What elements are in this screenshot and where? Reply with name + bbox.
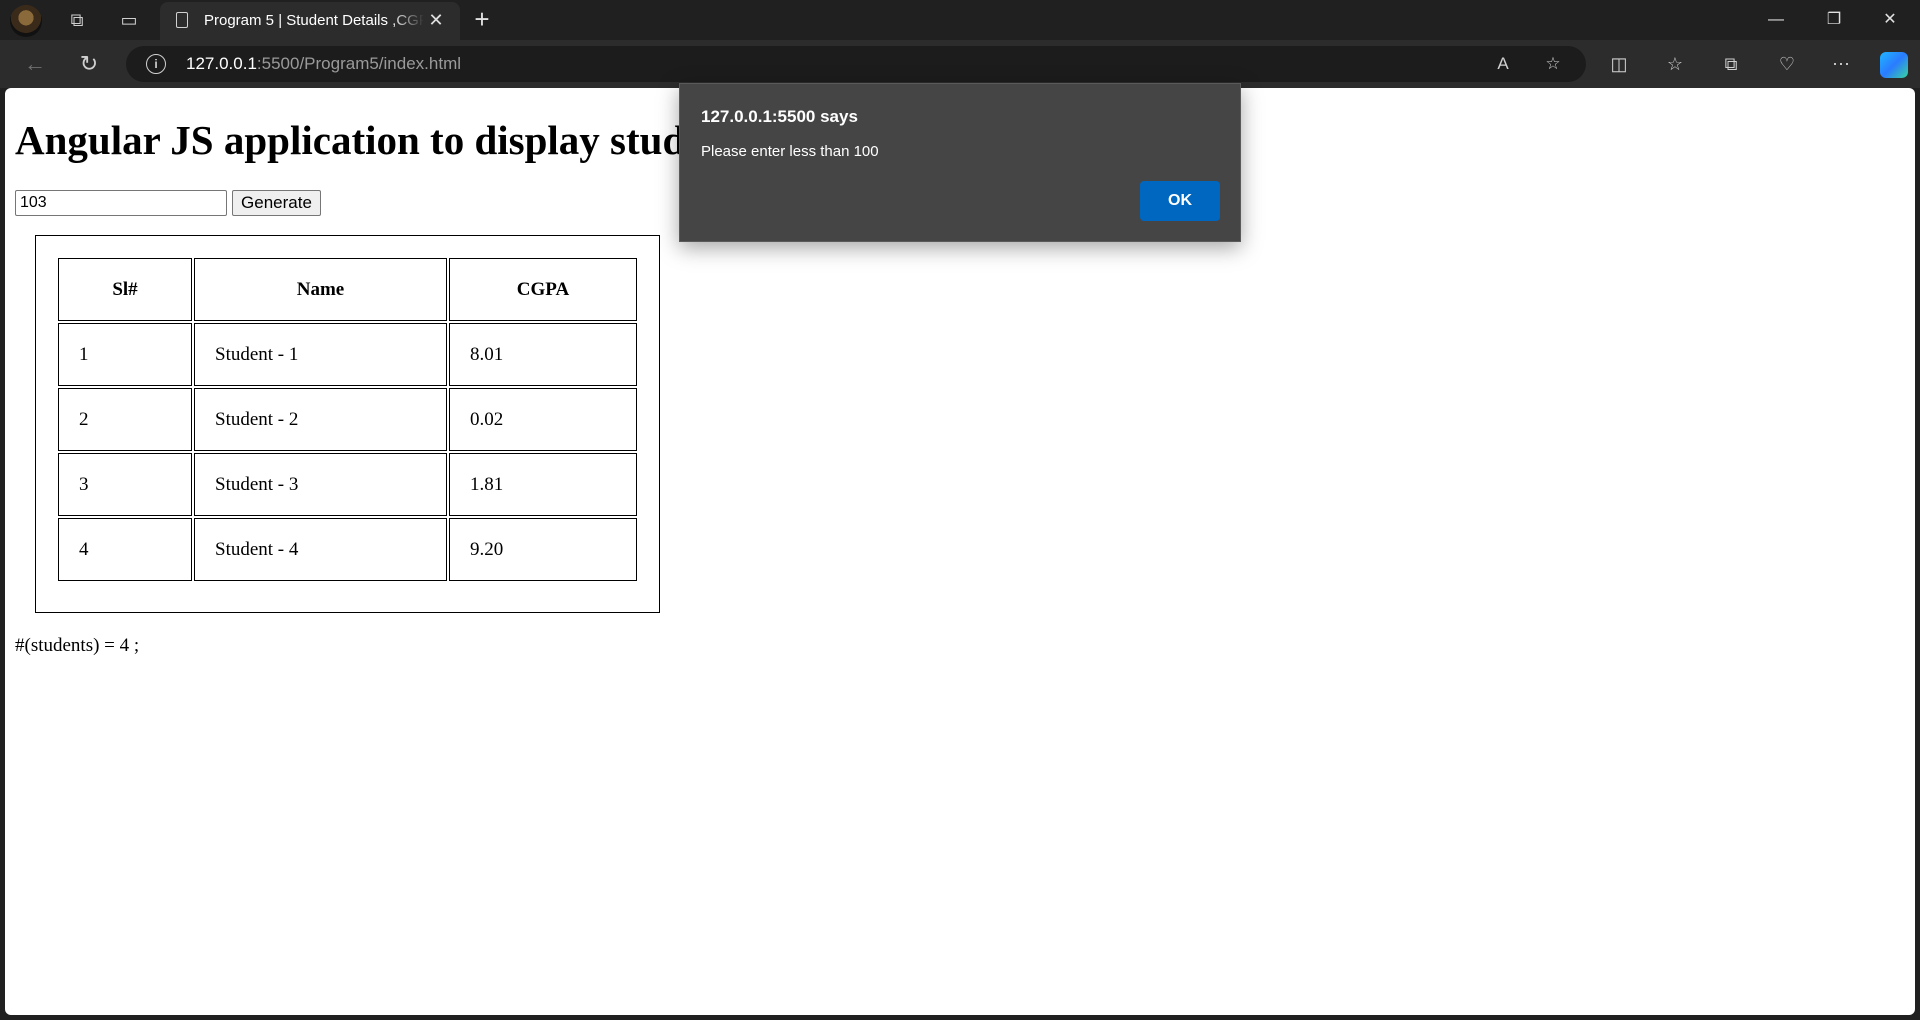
heartbeat-icon[interactable]: ♡ [1772,50,1802,78]
column-header-cgpa: CGPA [449,258,637,321]
cell-name: Student - 4 [194,518,447,581]
collections-icon[interactable]: ⧉ [1716,50,1746,78]
refresh-icon[interactable]: ↻ [74,50,104,78]
column-header-name: Name [194,258,447,321]
cell-name: Student - 1 [194,323,447,386]
cell-cgpa: 8.01 [449,323,637,386]
new-tab-button[interactable]: + [468,6,496,34]
generate-button[interactable]: Generate [232,190,321,216]
active-tab[interactable]: Program 5 | Student Details ,CGPA ✕ [160,2,460,40]
minimize-button[interactable]: — [1758,6,1794,34]
copilot-icon[interactable] [1880,52,1908,78]
browser-toolbar: ← ↻ i 127.0.0.1:5500/Program5/index.html… [0,40,1920,88]
alert-message: Please enter less than 100 [701,143,879,160]
table-row: 1 Student - 1 8.01 [58,323,637,386]
tab-actions-icon[interactable]: ▭ [116,8,142,32]
cell-sl: 2 [58,388,192,451]
split-screen-icon[interactable]: ◫ [1604,50,1634,78]
alert-ok-button[interactable]: OK [1140,181,1220,221]
cell-cgpa: 1.81 [449,453,637,516]
table-row: 4 Student - 4 9.20 [58,518,637,581]
cell-sl: 4 [58,518,192,581]
column-header-sl: Sl# [58,258,192,321]
cell-name: Student - 3 [194,453,447,516]
star-icon[interactable]: ☆ [1540,52,1566,76]
cell-sl: 1 [58,323,192,386]
table-header-row: Sl# Name CGPA [58,258,637,321]
close-window-button[interactable]: ✕ [1872,6,1908,34]
workspaces-icon[interactable]: ⧉ [64,8,90,32]
cell-sl: 3 [58,453,192,516]
url-host: 127.0.0.1 [186,54,257,73]
maximize-button[interactable]: ❐ [1816,6,1852,34]
table-row: 3 Student - 3 1.81 [58,453,637,516]
address-bar[interactable]: i 127.0.0.1:5500/Program5/index.html A ☆ [126,46,1586,82]
url-path: :5500/Program5/index.html [256,54,462,73]
avatar-icon[interactable] [10,5,42,37]
more-icon[interactable]: ⋯ [1826,50,1856,78]
cell-name: Student - 2 [194,388,447,451]
favorites-icon[interactable]: ☆ [1660,50,1690,78]
students-table: Sl# Name CGPA 1 Student - 1 8.01 2 Stude… [56,256,639,583]
alert-title: 127.0.0.1:5500 says [701,107,858,126]
tab-close-icon[interactable]: ✕ [426,10,446,30]
tab-strip: ⧉ ▭ Program 5 | Student Details ,CGPA ✕ … [0,0,1920,40]
tab-title: Program 5 | Student Details ,CGPA [204,12,424,29]
student-count-input[interactable] [15,190,227,216]
page-icon [176,12,188,28]
alert-dialog: 127.0.0.1:5500 says Please enter less th… [679,83,1241,242]
back-arrow-icon[interactable]: ← [20,50,50,78]
table-row: 2 Student - 2 0.02 [58,388,637,451]
cell-cgpa: 9.20 [449,518,637,581]
address-url[interactable]: 127.0.0.1:5500/Program5/index.html [186,54,461,74]
student-count-text: #(students) = 4 ; [15,635,140,656]
students-table-container: Sl# Name CGPA 1 Student - 1 8.01 2 Stude… [35,235,660,613]
read-aloud-icon[interactable]: A [1490,52,1516,76]
cell-cgpa: 0.02 [449,388,637,451]
page-title: Angular JS application to display studen… [15,117,756,163]
info-icon[interactable]: i [146,54,166,74]
